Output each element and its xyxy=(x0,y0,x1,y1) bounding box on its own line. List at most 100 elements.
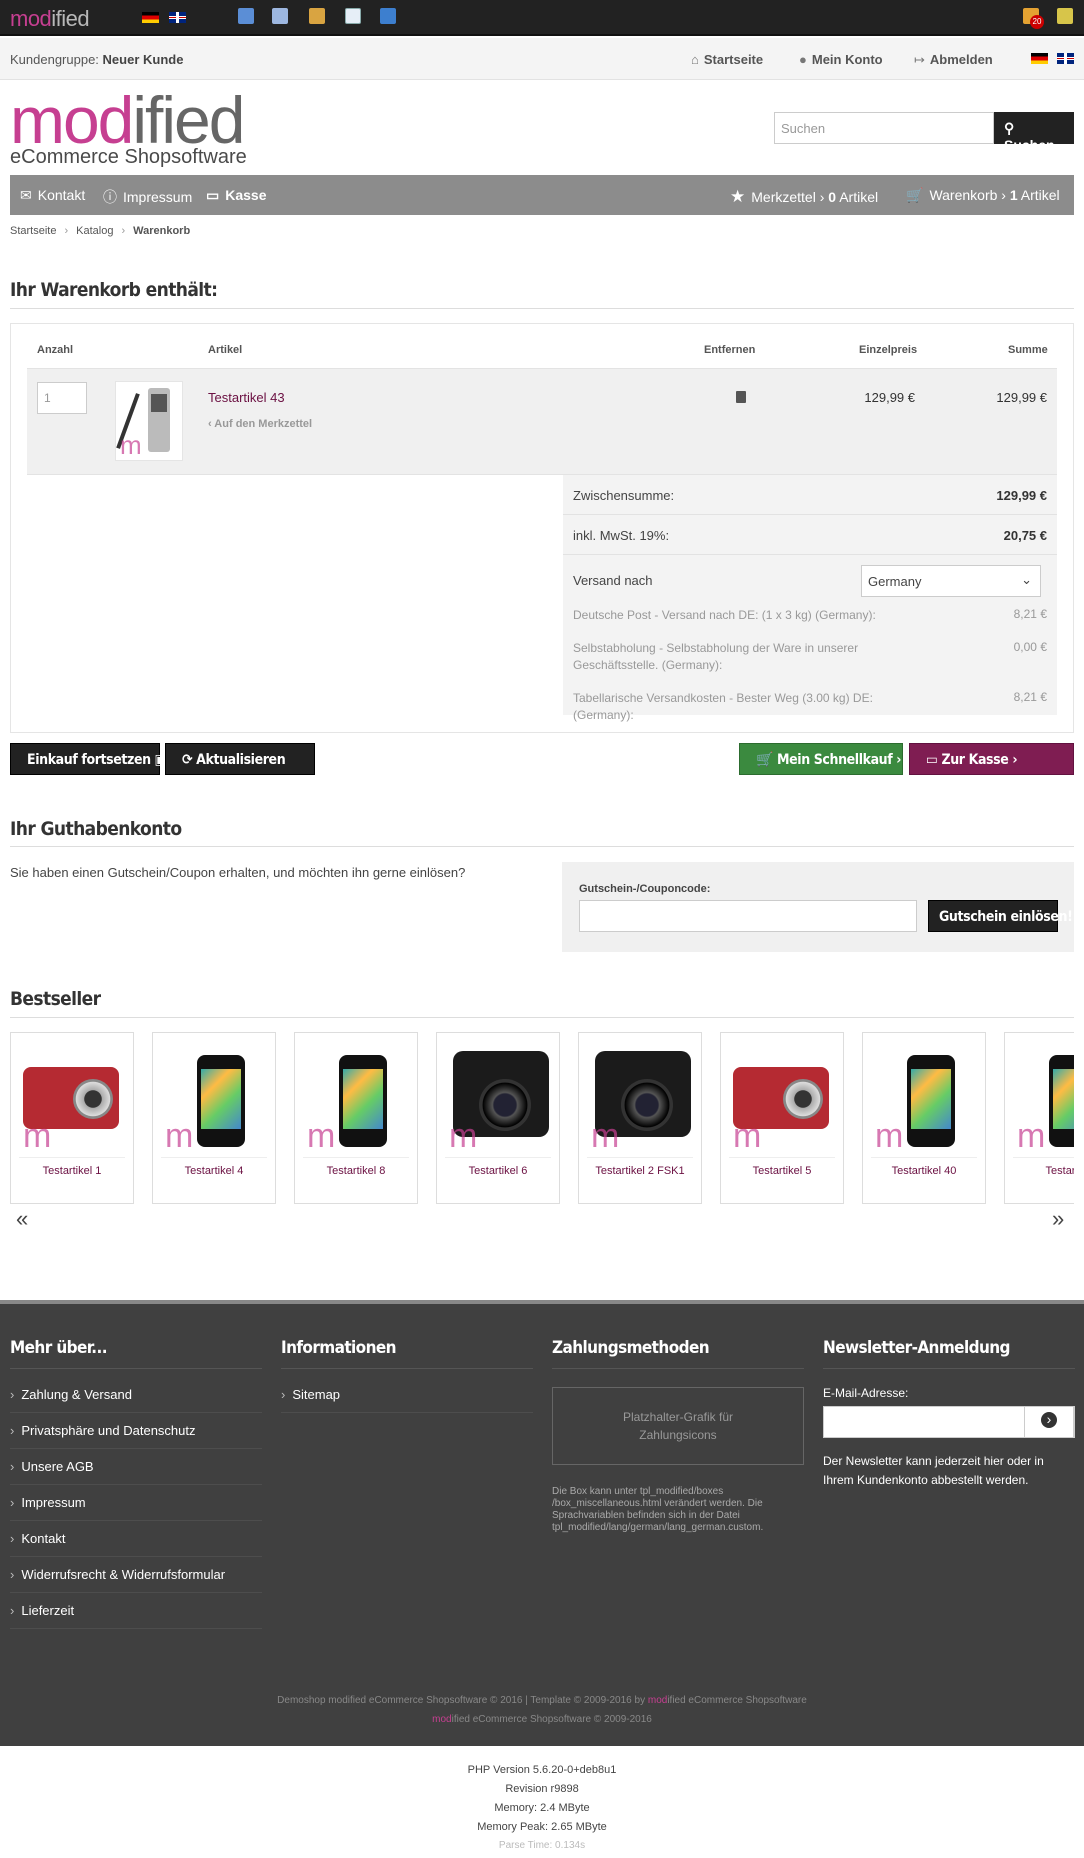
shipping-option-value: 8,21 € xyxy=(1013,690,1047,704)
content-icon[interactable] xyxy=(380,8,396,24)
coupon-title: Ihr Guthabenkonto xyxy=(10,818,182,840)
product-image: m xyxy=(1013,1041,1074,1153)
bestseller-title: Bestseller xyxy=(10,988,101,1010)
customers-icon[interactable] xyxy=(309,8,325,24)
customer-group: Kundengruppe: Neuer Kunde xyxy=(10,52,184,67)
envelope-icon: ✉ xyxy=(20,187,32,203)
shipping-option-text: Deutsche Post - Versand nach DE: (1 x 3 … xyxy=(573,608,876,622)
nav-wishlist[interactable]: ★ Merkzettel › 0 Artikel xyxy=(730,187,878,207)
footer-link[interactable]: › Sitemap xyxy=(281,1387,340,1402)
footer-link[interactable]: › Privatsphäre und Datenschutz xyxy=(10,1423,196,1438)
product-image: m xyxy=(161,1041,267,1153)
quickbuy-button[interactable]: 🛒 Mein Schnellkauf › xyxy=(739,743,903,775)
coupon-input[interactable] xyxy=(579,900,917,932)
shop-logo[interactable]: modified eCommerce Shopsoftware xyxy=(10,87,247,169)
sign-out-icon: ↦ xyxy=(914,52,925,67)
breadcrumb-current: Warenkorb xyxy=(133,225,191,237)
breadcrumb: Startseite › Katalog › Warenkorb xyxy=(10,225,191,237)
shipping-country-select[interactable]: Germany ⌄ xyxy=(861,565,1041,597)
flag-de-icon[interactable] xyxy=(142,12,159,23)
nav-cart[interactable]: 🛒 Warenkorb › 1 Artikel xyxy=(906,187,1060,204)
unit-price: 129,99 € xyxy=(864,390,915,405)
breadcrumb-catalog[interactable]: Katalog xyxy=(76,225,113,237)
payment-icons-placeholder: Platzhalter-Grafik für Zahlungsicons xyxy=(552,1387,804,1465)
product-card[interactable]: m Testartikel 6 xyxy=(436,1032,560,1204)
checkout-button[interactable]: ▭ Zur Kasse › xyxy=(909,743,1074,775)
slider-prev-icon[interactable]: « xyxy=(16,1206,28,1232)
search-icon: ⚲ xyxy=(1004,120,1015,136)
row-sum: 129,99 € xyxy=(996,390,1047,405)
quantity-input[interactable]: 1 xyxy=(37,382,87,414)
copyright-line-1: Demoshop modified eCommerce Shopsoftware… xyxy=(277,1695,807,1706)
product-card[interactable]: mTestartik xyxy=(1004,1032,1074,1204)
slider-next-icon[interactable]: » xyxy=(1052,1206,1064,1232)
shipping-option-text: Tabellarische Versandkosten - Bester Weg… xyxy=(573,691,873,722)
product-card[interactable]: m Testartikel 2 FSK1 xyxy=(578,1032,702,1204)
product-image: m xyxy=(729,1041,835,1153)
basket-icon[interactable] xyxy=(272,8,288,24)
coupon-text: Sie haben einen Gutschein/Coupon erhalte… xyxy=(10,865,466,880)
newsletter-email-label: E-Mail-Adresse: xyxy=(823,1386,909,1400)
search-input[interactable]: Suchen xyxy=(774,112,994,144)
shipping-option-text: Selbstabholung - Selbstabholung der Ware… xyxy=(573,641,859,672)
parse-time: Parse Time: 0.134s xyxy=(498,1840,586,1851)
newsletter-submit-icon[interactable] xyxy=(1024,1406,1074,1438)
product-card[interactable]: m Testartikel 1 xyxy=(10,1032,134,1204)
footer-link[interactable]: › Zahlung & Versand xyxy=(10,1387,132,1402)
orders-icon[interactable] xyxy=(345,8,361,24)
product-thumbnail[interactable]: m xyxy=(115,381,183,461)
product-card[interactable]: m Testartikel 4 xyxy=(152,1032,276,1204)
coupon-redeem-button[interactable]: Gutschein einlösen! xyxy=(928,900,1073,932)
credit-card-icon: ▭ xyxy=(926,752,942,768)
trash-icon[interactable] xyxy=(736,391,746,403)
footer-link[interactable]: › Lieferzeit xyxy=(10,1603,74,1618)
flag-uk-icon[interactable] xyxy=(169,12,186,23)
tools-icon[interactable] xyxy=(238,8,254,24)
product-image: m xyxy=(445,1041,551,1153)
shipping-block: Versand nach Germany ⌄ Deutsche Post - Ve… xyxy=(563,555,1057,722)
product-link[interactable]: Testartikel 43 xyxy=(208,390,285,405)
memory-peak: Memory Peak: 2.65 MByte xyxy=(477,1821,607,1833)
footer-link[interactable]: › Unsere AGB xyxy=(10,1459,94,1474)
nav-impressum[interactable]: ⓘ Impressum xyxy=(103,187,192,207)
nav-checkout[interactable]: ▭ Kasse xyxy=(206,187,267,204)
search-button[interactable]: ⚲ Suchen xyxy=(994,112,1074,153)
revision: Revision r9898 xyxy=(505,1783,579,1795)
shipping-option-value: 0,00 € xyxy=(1013,640,1047,654)
admin-logo[interactable]: modified xyxy=(10,6,90,32)
product-card[interactable]: m Testartikel 5 xyxy=(720,1032,844,1204)
col-qty: Anzahl xyxy=(37,344,74,356)
continue-shopping-button[interactable]: Einkauf fortsetzen ▣ xyxy=(10,743,167,775)
product-image: m xyxy=(303,1041,409,1153)
product-card[interactable]: m Testartikel 40 xyxy=(862,1032,986,1204)
subtotal-row: Zwischensumme: 129,99 € xyxy=(563,475,1057,515)
move-to-wishlist-link[interactable]: ‹ Auf den Merkzettel xyxy=(208,418,312,430)
cart-row: 1 m Testartikel 43 ‹ Auf den Merkzettel … xyxy=(27,368,1057,475)
language-en-icon[interactable] xyxy=(1057,53,1074,64)
copyright-line-2: modified eCommerce Shopsoftware © 2009-2… xyxy=(432,1714,652,1725)
php-version: PHP Version 5.6.20-0+deb8u1 xyxy=(467,1764,617,1776)
update-button[interactable]: ⟳ Aktualisieren xyxy=(165,743,315,775)
footer-col1-title: Mehr über... xyxy=(10,1338,108,1358)
breadcrumb-home[interactable]: Startseite xyxy=(10,225,56,237)
logout-link[interactable]: ↦ Abmelden xyxy=(914,52,993,68)
account-link[interactable]: ● Mein Konto xyxy=(799,52,883,67)
tax-row: inkl. MwSt. 19%: 20,75 € xyxy=(563,515,1057,555)
col-article: Artikel xyxy=(208,344,243,356)
user-icon: ● xyxy=(799,52,807,67)
footer-col2-title: Informationen xyxy=(281,1338,397,1358)
chevron-down-icon: ⌄ xyxy=(1021,572,1032,587)
language-de-icon[interactable] xyxy=(1031,53,1048,64)
main-nav: ✉ Kontakt ⓘ Impressum ▭ Kasse ★ Merkzettel ›… xyxy=(10,175,1074,215)
nav-contact[interactable]: ✉ Kontakt xyxy=(20,187,85,204)
cart-title: Ihr Warenkorb enthält: xyxy=(10,279,218,301)
footer-link[interactable]: › Widerrufsrecht & Widerrufsformular xyxy=(10,1567,225,1582)
product-card[interactable]: m Testartikel 8 xyxy=(294,1032,418,1204)
footer-link[interactable]: › Impressum xyxy=(10,1495,86,1510)
logout-icon[interactable] xyxy=(1057,8,1073,24)
cart-icon: 🛒 xyxy=(756,752,778,768)
footer-link[interactable]: › Kontakt xyxy=(10,1531,65,1546)
credit-card-icon: ▭ xyxy=(206,187,220,203)
footer-col3-title: Zahlungsmethoden xyxy=(552,1338,710,1358)
home-link[interactable]: ⌂ Startseite xyxy=(691,52,763,67)
